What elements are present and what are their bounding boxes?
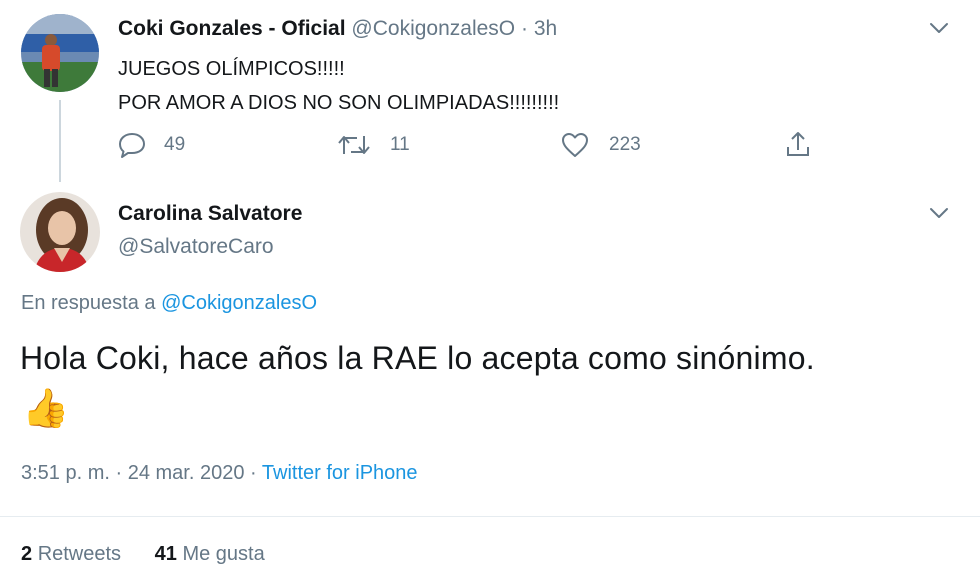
retweet-icon[interactable]	[338, 132, 370, 158]
reply-action[interactable]: 49	[118, 132, 185, 158]
retweets-label: Retweets	[37, 543, 122, 565]
tweet-text: JUEGOS OLÍMPICOS!!!!! POR AMOR A DIOS NO…	[118, 52, 559, 120]
tweet-timestamp[interactable]: 3:51 p. m. · 24 mar. 2020	[21, 462, 244, 484]
thumbs-up-emoji: 👍	[22, 388, 70, 430]
tweet-source[interactable]: Twitter for iPhone	[262, 462, 418, 484]
avatar-carolina[interactable]	[20, 192, 100, 272]
replying-to-handle[interactable]: @CokigonzalesO	[161, 292, 317, 314]
likes-count: 41	[154, 543, 177, 565]
parent-tweet-header: Coki Gonzales - Oficial @CokigonzalesO ·…	[118, 17, 557, 41]
replying-to: En respuesta a @CokigonzalesO	[21, 292, 317, 315]
tweet-meta: 3:51 p. m. · 24 mar. 2020 · Twitter for …	[21, 462, 418, 485]
retweet-action[interactable]: 11	[338, 132, 410, 158]
time-separator: ·	[520, 17, 528, 40]
like-count: 223	[609, 134, 641, 155]
tweet-text-line: JUEGOS OLÍMPICOS!!!!!	[118, 58, 345, 80]
handle[interactable]: @CokigonzalesO	[351, 17, 515, 40]
share-icon[interactable]	[785, 130, 811, 163]
tweet-text-line: POR AMOR A DIOS NO SON OLIMPIADAS!!!!!!!…	[118, 92, 560, 114]
display-name[interactable]: Coki Gonzales - Oficial	[118, 17, 346, 40]
reply-icon[interactable]	[118, 132, 146, 158]
divider	[0, 516, 980, 517]
retweet-count: 11	[390, 134, 410, 155]
likes-label: Me gusta	[182, 543, 265, 565]
reply-count: 49	[164, 134, 186, 155]
tweet-time[interactable]: 3h	[534, 17, 557, 40]
chevron-down-icon[interactable]	[928, 202, 950, 229]
reply-handle[interactable]: @SalvatoreCaro	[118, 235, 274, 259]
chevron-down-icon[interactable]	[928, 17, 950, 44]
avatar-coki[interactable]	[21, 14, 99, 92]
reply-display-name[interactable]: Carolina Salvatore	[118, 202, 302, 226]
likes-stat[interactable]: 41 Me gusta	[155, 543, 265, 565]
reply-tweet-text: Hola Coki, hace años la RAE lo acepta co…	[20, 340, 815, 376]
meta-separator: ·	[250, 462, 257, 484]
replying-to-label: En respuesta a	[21, 292, 156, 314]
retweets-count: 2	[21, 543, 33, 565]
heart-icon[interactable]	[561, 132, 589, 158]
tweet-stats: 2 Retweets 41 Me gusta	[21, 543, 265, 566]
like-action[interactable]: 223	[561, 132, 641, 158]
retweets-stat[interactable]: 2 Retweets	[21, 543, 127, 565]
thread-line	[59, 100, 61, 182]
